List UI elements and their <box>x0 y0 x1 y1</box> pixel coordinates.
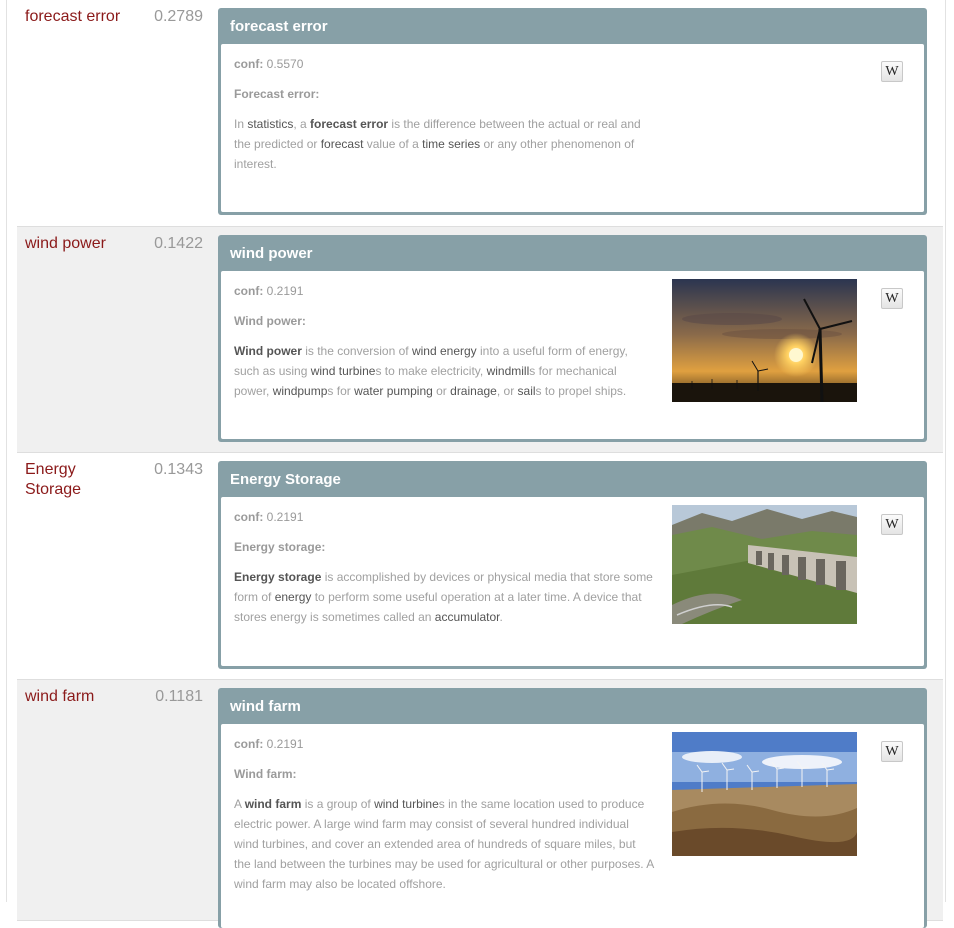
confidence-value: 0.5570 <box>266 57 304 71</box>
wiki-keyword-link[interactable]: water pumping <box>354 384 433 398</box>
wiki-keyword-link[interactable]: accumulator <box>435 610 500 624</box>
description-text: s in the same location used to produce e… <box>234 797 654 891</box>
confidence-value: 0.2191 <box>266 284 304 298</box>
wiki-keyword-link[interactable]: wind turbine <box>311 364 376 378</box>
entity-card-body: conf: 0.2191 Wind power: Wind power is t… <box>221 271 924 439</box>
wiki-keyword-link[interactable]: forecast error <box>310 117 388 131</box>
term-link[interactable]: wind farm <box>25 687 135 707</box>
entity-card-title: forecast error <box>230 18 328 35</box>
wiki-keyword-link[interactable]: Wind power <box>234 344 302 358</box>
description-text: value of a <box>363 137 423 151</box>
entity-card-body: conf: 0.2191 Energy storage: Energy stor… <box>221 497 924 666</box>
confidence-label: conf: <box>234 57 264 71</box>
wiki-keyword-link[interactable]: statistics <box>247 117 293 131</box>
entity-description: In statistics, a forecast error is the d… <box>234 114 654 174</box>
wiki-keyword-link[interactable]: forecast <box>321 137 364 151</box>
description-text: . <box>499 610 503 624</box>
entity-subheading: Wind power: <box>234 314 306 328</box>
wiki-keyword-link[interactable]: sail <box>518 384 536 398</box>
description-text: or <box>432 384 451 398</box>
entity-card: wind power conf: 0.2191 Wind power: Wind… <box>218 235 927 442</box>
dam-image[interactable] <box>672 505 857 624</box>
confidence-value: 0.2191 <box>266 737 304 751</box>
description-text: s to make electricity, <box>375 364 487 378</box>
entity-card-body: conf: 0.2191 Wind farm: A wind farm is a… <box>221 724 924 928</box>
confidence-value: 0.2191 <box>266 510 304 524</box>
description-text: , or <box>496 384 518 398</box>
confidence-label: conf: <box>234 510 264 524</box>
confidence-label: conf: <box>234 737 264 751</box>
relevance-score: 0.1181 <box>155 688 203 705</box>
wind-turbine-sunset-image[interactable] <box>672 279 857 402</box>
confidence: conf: 0.2191 <box>234 510 303 524</box>
relevance-score: 0.2789 <box>154 8 203 25</box>
wikipedia-icon[interactable]: W <box>881 514 903 535</box>
description-text: In <box>234 117 248 131</box>
relevance-score: 0.1422 <box>154 235 203 252</box>
wikipedia-icon[interactable]: W <box>881 288 903 309</box>
result-row: wind farm 0.1181 wind farm conf: 0.2191 … <box>17 680 943 928</box>
wiki-keyword-link[interactable]: windpump <box>273 384 328 398</box>
description-text: s to propel ships. <box>535 384 627 398</box>
term-link[interactable]: forecast error <box>25 7 135 27</box>
entity-subheading: Forecast error: <box>234 87 320 101</box>
result-row: Energy Storage 0.1343 Energy Storage con… <box>17 453 943 680</box>
wikipedia-icon[interactable]: W <box>881 61 903 82</box>
wiki-keyword-link[interactable]: wind farm <box>245 797 302 811</box>
entity-subheading: Wind farm: <box>234 767 297 781</box>
results-panel: forecast error 0.2789 forecast error con… <box>6 0 946 928</box>
entity-card-title: wind power <box>230 245 313 262</box>
wiki-keyword-link[interactable]: energy <box>275 590 312 604</box>
entity-card-title: Energy Storage <box>230 471 341 488</box>
wind-farm-image[interactable] <box>672 732 857 856</box>
entity-description: Energy storage is accomplished by device… <box>234 567 654 627</box>
description-text: is a group of <box>301 797 375 811</box>
wiki-keyword-link[interactable]: wind energy <box>412 344 477 358</box>
entity-description: Wind power is the conversion of wind ene… <box>234 341 654 401</box>
confidence-label: conf: <box>234 284 264 298</box>
entity-card: forecast error conf: 0.5570 Forecast err… <box>218 8 927 215</box>
confidence: conf: 0.2191 <box>234 737 303 751</box>
entity-card-title: wind farm <box>230 698 301 715</box>
wiki-keyword-link[interactable]: drainage <box>450 384 497 398</box>
term-link[interactable]: Energy Storage <box>25 460 135 500</box>
confidence: conf: 0.5570 <box>234 57 303 71</box>
entity-description: A wind farm is a group of wind turbines … <box>234 794 654 894</box>
wiki-keyword-link[interactable]: Energy storage <box>234 570 321 584</box>
entity-card: wind farm conf: 0.2191 Wind farm: A wind… <box>218 688 927 928</box>
wikipedia-icon[interactable]: W <box>881 741 903 762</box>
description-text: s for <box>327 384 355 398</box>
description-text: is the conversion of <box>301 344 412 358</box>
term-link[interactable]: wind power <box>25 234 135 254</box>
relevance-score: 0.1343 <box>154 461 203 478</box>
description-text: A <box>234 797 245 811</box>
description-text: , a <box>293 117 311 131</box>
entity-card-body: conf: 0.5570 Forecast error: In statisti… <box>221 44 924 212</box>
wiki-keyword-link[interactable]: time series <box>422 137 480 151</box>
result-row: wind power 0.1422 wind power conf: 0.219… <box>17 227 943 453</box>
wiki-keyword-link[interactable]: windmill <box>487 364 530 378</box>
entity-subheading: Energy storage: <box>234 540 326 554</box>
wiki-keyword-link[interactable]: wind turbine <box>374 797 439 811</box>
result-row: forecast error 0.2789 forecast error con… <box>17 0 943 227</box>
confidence: conf: 0.2191 <box>234 284 303 298</box>
entity-card: Energy Storage conf: 0.2191 Energy stora… <box>218 461 927 669</box>
